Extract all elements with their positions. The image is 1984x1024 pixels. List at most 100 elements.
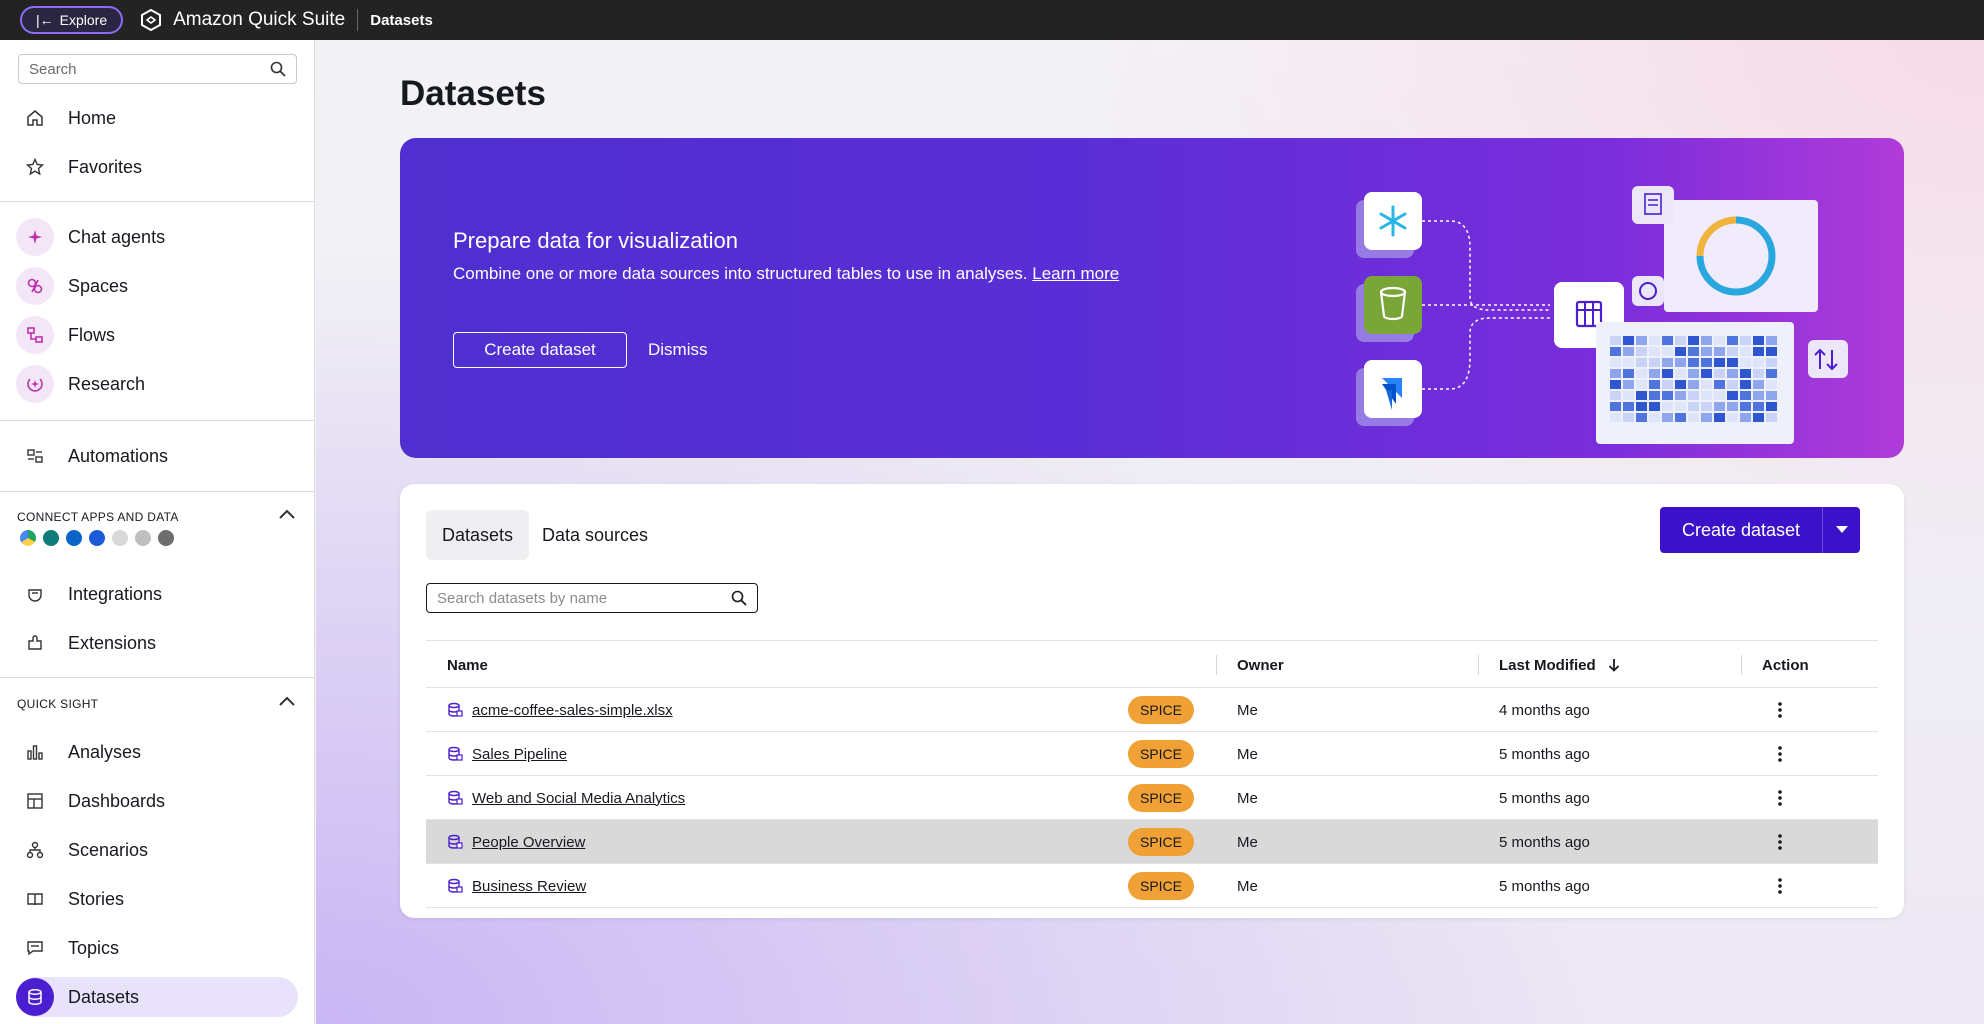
sidebar-item-spaces[interactable]: Spaces <box>16 266 298 306</box>
column-divider[interactable] <box>1741 655 1742 675</box>
dataset-icon <box>447 820 463 864</box>
heatmap-cell <box>1766 391 1777 400</box>
heatmap-cell <box>1675 402 1686 411</box>
promo-banner: Prepare data for visualization Combine o… <box>400 138 1904 458</box>
sidebar-search-placeholder: Search <box>29 60 77 78</box>
heatmap-cell <box>1766 358 1777 367</box>
table-row[interactable]: Business Review SPICE Me 5 months ago <box>426 864 1878 908</box>
sidebar-item-favorites[interactable]: Favorites <box>16 147 298 187</box>
tab-data-sources[interactable]: Data sources <box>526 510 664 560</box>
heatmap-cell <box>1610 391 1621 400</box>
spice-badge: SPICE <box>1128 784 1194 812</box>
heatmap-cell <box>1662 347 1673 356</box>
heatmap-cell <box>1753 413 1764 422</box>
integrations-icon <box>16 575 54 613</box>
tab-datasets[interactable]: Datasets <box>426 510 530 560</box>
heatmap-cell <box>1753 336 1764 345</box>
last-modified-cell: 5 months ago <box>1499 877 1590 895</box>
section-title-quick-sight: QUICK SIGHT <box>17 697 99 711</box>
sidebar-item-research[interactable]: Research <box>16 364 298 404</box>
sidebar-item-extensions[interactable]: Extensions <box>16 623 298 663</box>
sidebar-item-topics[interactable]: Topics <box>16 928 298 968</box>
heatmap-cell <box>1753 358 1764 367</box>
sidebar-item-analyses[interactable]: Analyses <box>16 732 298 772</box>
heatmap-cell <box>1610 358 1621 367</box>
spice-badge: SPICE <box>1128 740 1194 768</box>
row-actions-cell <box>1770 688 1790 732</box>
quick-suite-logo-icon <box>141 8 162 32</box>
heatmap-cell <box>1688 369 1699 378</box>
sidebar-item-datasets[interactable]: Datasets <box>16 977 298 1017</box>
create-dataset-dropdown[interactable] <box>1822 507 1860 553</box>
heatmap-cell <box>1610 413 1621 422</box>
column-header-last-modified[interactable]: Last Modified <box>1499 641 1620 689</box>
heatmap-cell <box>1688 391 1699 400</box>
explore-button[interactable]: |← Explore <box>20 6 124 34</box>
brand[interactable]: Amazon Quick Suite <box>139 8 345 32</box>
banner-create-dataset-button[interactable]: Create dataset <box>453 332 627 368</box>
create-dataset-button[interactable]: Create dataset <box>1660 507 1860 553</box>
heatmap-cell <box>1610 347 1621 356</box>
heatmap-cell <box>1675 391 1686 400</box>
more-actions-icon[interactable] <box>1770 872 1790 900</box>
dataset-icon <box>447 688 463 732</box>
row-actions-cell <box>1770 864 1790 908</box>
column-header-name[interactable]: Name <box>447 641 488 689</box>
table-row[interactable]: acme-coffee-sales-simple.xlsx SPICE Me 4 mo… <box>426 688 1878 732</box>
dataset-name-link[interactable]: acme-coffee-sales-simple.xlsx <box>472 688 673 732</box>
spice-badge: SPICE <box>1128 828 1194 856</box>
sidebar-item-label: Automations <box>68 445 169 466</box>
s3-icon <box>112 530 128 546</box>
column-divider[interactable] <box>1478 655 1479 675</box>
heatmap-cell <box>1753 369 1764 378</box>
heatmap-cell <box>1623 380 1634 389</box>
heatmap-cell <box>1636 347 1647 356</box>
search-icon <box>270 61 286 77</box>
table-row[interactable]: Web and Social Media Analytics SPICE Me 5 m… <box>426 776 1878 820</box>
sidebar-item-integrations[interactable]: Integrations <box>16 574 298 614</box>
heatmap-cell <box>1636 402 1647 411</box>
table-row[interactable]: People Overview SPICE Me 5 months ago <box>426 820 1878 864</box>
sidebar-search-input[interactable]: Search <box>18 54 297 84</box>
more-actions-icon[interactable] <box>1770 696 1790 724</box>
sidebar-item-scenarios[interactable]: Scenarios <box>16 830 298 870</box>
heatmap-cell <box>1623 413 1634 422</box>
heatmap-cell <box>1688 402 1699 411</box>
sidebar-item-stories[interactable]: Stories <box>16 879 298 919</box>
heatmap-cell <box>1701 347 1712 356</box>
heatmap-cell <box>1714 391 1725 400</box>
column-header-owner[interactable]: Owner <box>1237 641 1284 689</box>
more-actions-icon[interactable] <box>1770 784 1790 812</box>
chevron-up-icon[interactable] <box>278 508 296 520</box>
sidebar-item-label: Flows <box>68 324 116 345</box>
sidebar-item-automations[interactable]: Automations <box>16 436 298 476</box>
heatmap-cell <box>1766 369 1777 378</box>
sidebar-item-flows[interactable]: Flows <box>16 315 298 355</box>
confluence-icon <box>89 530 105 546</box>
dataset-name-link[interactable]: Sales Pipeline <box>472 732 567 776</box>
learn-more-link[interactable]: Learn more <box>1032 264 1119 283</box>
spice-badge-cell: SPICE <box>1128 732 1194 776</box>
heatmap-cell <box>1649 369 1660 378</box>
banner-dismiss-button[interactable]: Dismiss <box>648 332 708 368</box>
heatmap-cell <box>1688 358 1699 367</box>
create-dataset-label: Create dataset <box>1681 519 1801 540</box>
spice-badge: SPICE <box>1128 872 1194 900</box>
table-row[interactable]: Sales Pipeline SPICE Me 5 months ago <box>426 732 1878 776</box>
more-actions-icon[interactable] <box>1770 828 1790 856</box>
dataset-search-input[interactable]: Search datasets by name <box>426 583 758 613</box>
sidebar-item-home[interactable]: Home <box>16 98 298 138</box>
dataset-name-link[interactable]: Business Review <box>472 864 586 908</box>
chevron-up-icon[interactable] <box>278 695 296 707</box>
sidebar-item-dashboards[interactable]: Dashboards <box>16 781 298 821</box>
column-divider[interactable] <box>1216 655 1217 675</box>
heatmap-cell <box>1610 369 1621 378</box>
row-actions-cell <box>1770 820 1790 864</box>
sidebar-item-chat-agents[interactable]: Chat agents <box>16 217 298 257</box>
dataset-name-link[interactable]: People Overview <box>472 820 585 864</box>
heatmap-cell <box>1675 413 1686 422</box>
dataset-name-link[interactable]: Web and Social Media Analytics <box>472 776 685 820</box>
owner-cell: Me <box>1237 789 1258 807</box>
more-actions-icon[interactable] <box>1770 740 1790 768</box>
sharepoint-icon <box>43 530 59 546</box>
